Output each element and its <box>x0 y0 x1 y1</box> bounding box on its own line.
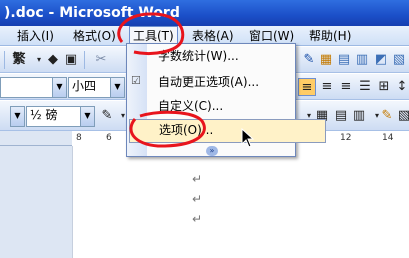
ruler-label: 8 <box>76 133 82 143</box>
menu-item-label: 选项(O)... <box>159 123 214 137</box>
ruler-label: 12 <box>340 133 352 143</box>
paragraph-mark: ↵ <box>192 172 203 186</box>
menu-item-autocorrect[interactable]: 自动更正选项(A)... <box>147 71 306 93</box>
menu-item-word-count[interactable]: 字数统计(W)... <box>147 45 306 67</box>
expand-menu-icon[interactable]: » <box>206 146 218 156</box>
menu-item-customize[interactable]: 自定义(C)... <box>147 95 306 117</box>
menu-insert[interactable]: 插入(I) <box>14 26 57 46</box>
spelling-icon[interactable]: ◆ <box>44 51 62 69</box>
font-size-combo[interactable]: 小四 <box>68 77 115 98</box>
ruler-label: 14 <box>382 133 394 143</box>
line-style-dropdown-icon[interactable]: ▼ <box>10 106 25 127</box>
autocorrect-icon: ☑ <box>131 74 141 87</box>
menu-item-label: 自定义(C)... <box>158 99 224 113</box>
autofit-icon[interactable]: ✎ <box>378 107 396 125</box>
align-right-icon[interactable]: ≡ <box>337 78 355 96</box>
align-cells-icon[interactable]: ▥ <box>350 107 368 125</box>
document-area[interactable]: ↵ ↵ ↵ <box>0 146 409 258</box>
tools-menu-dropdown: 字数统计(W)... ☑ 自动更正选项(A)... 自定义(C)... 选项(O… <box>126 43 326 157</box>
distribute-icon[interactable]: ⊞ <box>375 78 393 96</box>
font-name-combo[interactable] <box>0 77 57 98</box>
insert-excel-icon[interactable]: ▤ <box>335 51 353 69</box>
toolbar-separator <box>4 51 5 69</box>
left-margin <box>0 146 73 258</box>
line-spacing-icon[interactable]: ↕ <box>393 78 409 96</box>
document-map-icon[interactable]: ▧ <box>390 51 408 69</box>
paragraph-mark: ↵ <box>192 192 203 206</box>
ruler-label: 6 <box>106 133 112 143</box>
window-title: ).doc - Microsoft Word <box>4 5 180 21</box>
menu-item-label: 字数统计(W)... <box>158 49 239 63</box>
traditional-chinese-button[interactable]: 繁 <box>8 51 30 69</box>
line-weight-dropdown-icon[interactable]: ▼ <box>80 106 95 127</box>
toolbar-separator <box>84 51 85 69</box>
cut-icon[interactable]: ✂ <box>92 51 110 69</box>
font-name-dropdown-icon[interactable]: ▼ <box>52 77 67 98</box>
align-center-icon[interactable]: ≡ <box>318 78 336 96</box>
menu-item-label: 自动更正选项(A)... <box>158 75 260 89</box>
paragraph-mark: ↵ <box>192 212 203 226</box>
columns-icon[interactable]: ▥ <box>353 51 371 69</box>
insert-table-icon[interactable]: ▦ <box>317 51 335 69</box>
title-bar: ).doc - Microsoft Word <box>0 0 409 26</box>
menu-format[interactable]: 格式(O) <box>70 26 119 46</box>
split-cells-icon[interactable]: ▤ <box>332 107 350 125</box>
menu-item-options[interactable]: 选项(O)... <box>129 119 326 143</box>
justify-icon[interactable]: ☰ <box>356 78 374 96</box>
drawing-icon[interactable]: ◩ <box>372 51 390 69</box>
research-icon[interactable]: ▣ <box>62 51 80 69</box>
mouse-cursor-icon <box>241 128 255 148</box>
menu-help[interactable]: 帮助(H) <box>306 26 354 46</box>
table-autoformat-icon[interactable]: ▧ <box>395 107 409 125</box>
line-weight-combo[interactable]: ½ 磅 <box>26 106 85 127</box>
font-size-dropdown-icon[interactable]: ▼ <box>110 77 125 98</box>
